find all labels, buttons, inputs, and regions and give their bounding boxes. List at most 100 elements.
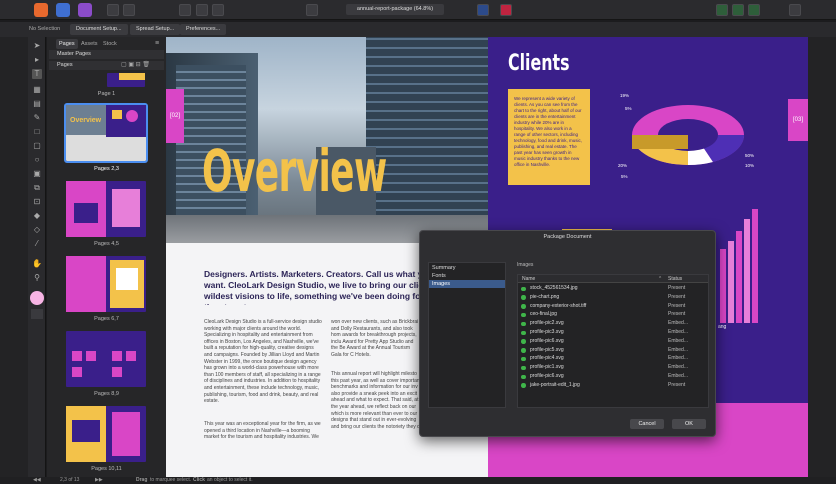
top-toolbar: annual-report-package (64.8%) [0, 0, 836, 20]
pen-tool-icon[interactable]: ✎ [32, 113, 42, 123]
table-row[interactable]: stock_452561534.jpg Present [518, 285, 708, 293]
donut-chart[interactable] [623, 87, 753, 187]
document-title[interactable]: annual-report-package (64.8%) [346, 4, 444, 15]
hint-drag: Drag [136, 477, 148, 483]
preflight-icon[interactable] [500, 4, 512, 16]
frame-text-tool-icon[interactable]: T [32, 69, 42, 79]
zoom-tool-icon[interactable]: ⚲ [32, 273, 42, 283]
page-thumbnail-label: Pages 2,3 [94, 166, 119, 172]
image-status: Present [668, 293, 686, 300]
rectangle-tool-icon[interactable]: □ [32, 127, 42, 137]
preferences-button[interactable]: Preferences... [180, 24, 227, 35]
page-tab-right: [03] [788, 99, 808, 141]
table-row[interactable]: profile-pic4.svg Embed... [518, 355, 708, 363]
table-row[interactable]: profile-pic1.svg Embed... [518, 364, 708, 372]
first-page-icon[interactable]: ◀◀ [33, 477, 41, 484]
table-row[interactable]: profile-pic3.svg Embed... [518, 329, 708, 337]
body-column-2b: This annual report will highlight milest… [331, 371, 420, 430]
sort-icon[interactable]: ⌃ [658, 276, 662, 282]
flip-icon[interactable] [602, 4, 614, 16]
page-thumbnail-selected[interactable]: Overview [64, 103, 148, 163]
add-icon[interactable] [268, 4, 280, 16]
page-thumbnail[interactable] [66, 331, 146, 387]
nav-fonts[interactable]: Fonts [429, 272, 505, 280]
stroke-swatch[interactable] [31, 309, 43, 319]
page-thumbnail[interactable] [66, 406, 146, 462]
order-icon[interactable] [584, 4, 596, 16]
bar [752, 209, 758, 323]
persona-icon[interactable] [107, 4, 119, 16]
tab-assets[interactable]: Assets [78, 39, 101, 49]
boolean-icon[interactable] [638, 4, 650, 16]
transparency-tool-icon[interactable]: ◇ [32, 225, 42, 235]
ok-button[interactable]: OK [672, 419, 706, 429]
pages-section[interactable]: Pages ▢ ▣ ⊟ 🗑 [49, 61, 164, 70]
next-page-icon[interactable]: ▶▶ [95, 477, 103, 484]
donut-side [632, 135, 688, 149]
chat-icon[interactable] [716, 4, 728, 16]
node-tool-icon[interactable]: ▸ [32, 55, 42, 65]
grid-icon[interactable] [212, 4, 224, 16]
document-setup-button[interactable]: Document Setup... [70, 24, 128, 35]
fill-color-swatch[interactable] [30, 291, 44, 305]
lock-icon[interactable] [676, 4, 688, 16]
snapping-icon[interactable] [767, 4, 779, 16]
ellipse-tool-icon[interactable]: ○ [32, 155, 42, 165]
hand-tool-icon[interactable]: ✋ [32, 259, 42, 269]
page-thumbnail-label: Pages 10,11 [91, 466, 122, 472]
picture-frame-tool-icon[interactable]: ▦ [32, 85, 42, 95]
column-status[interactable]: Status [668, 276, 682, 282]
column-name[interactable]: Name [522, 276, 535, 282]
tab-stock[interactable]: Stock [100, 39, 120, 49]
account-icon[interactable] [789, 4, 801, 16]
rotate-icon[interactable] [620, 4, 632, 16]
page-indicator[interactable]: 2,3 of 13 [60, 477, 79, 484]
preview-icon[interactable] [196, 4, 208, 16]
crop-tool-icon[interactable]: ⊡ [32, 197, 42, 207]
page-thumbnail[interactable] [66, 181, 146, 237]
group-icon[interactable] [694, 4, 706, 16]
eyedropper-tool-icon[interactable]: ⁄ [32, 239, 42, 249]
master-pages-section[interactable]: Master Pages [49, 50, 164, 59]
tab-pages[interactable]: Pages [56, 39, 78, 49]
comment-icon[interactable] [748, 4, 760, 16]
table-row[interactable]: profile-pic5.svg Embed... [518, 347, 708, 355]
links-icon[interactable] [477, 4, 489, 16]
designer-app-icon[interactable] [34, 3, 48, 17]
spread-setup-button[interactable]: Spread Setup... [130, 24, 181, 35]
view-mode-icon[interactable] [179, 4, 191, 16]
table-row[interactable]: ceo-final.jpg Present [518, 311, 708, 319]
page-thumbnail-label: Pages 4,5 [94, 241, 119, 247]
fill-tool-icon[interactable]: ◆ [32, 211, 42, 221]
image-name: ceo-final.jpg [530, 311, 557, 318]
page-thumbnail[interactable] [107, 73, 145, 87]
snap-icon[interactable] [254, 4, 266, 16]
move-tool-icon[interactable]: ➤ [32, 41, 42, 51]
distribute-icon[interactable] [566, 4, 578, 16]
table-tool-icon[interactable]: ▤ [32, 99, 42, 109]
publisher-app-icon[interactable] [78, 3, 92, 17]
align-icon[interactable] [548, 4, 560, 16]
image-tool-icon[interactable]: ▣ [32, 169, 42, 179]
photo-app-icon[interactable] [56, 3, 70, 17]
chart-label: 19% [620, 93, 630, 98]
nav-summary[interactable]: Summary [429, 264, 505, 272]
panel-menu-icon[interactable]: ≡ [155, 40, 159, 47]
nav-images[interactable]: Images [429, 280, 505, 288]
table-row[interactable]: jake-portrait-edit_1.jpg Present [518, 382, 708, 390]
rounded-rect-tool-icon[interactable]: ▢ [32, 141, 42, 151]
transform-tool-icon[interactable]: ⧉ [32, 183, 42, 193]
page-thumbnail[interactable] [66, 256, 146, 312]
add-page-icon[interactable]: ▢ ▣ ⊟ 🗑 [121, 61, 150, 68]
table-row[interactable]: profile-pic6.svg Embed... [518, 338, 708, 346]
wrap-icon[interactable] [658, 4, 670, 16]
table-row[interactable]: profile-pic2.svg Embed... [518, 320, 708, 328]
eye-icon[interactable] [306, 4, 318, 16]
share-icon[interactable] [732, 4, 744, 16]
cancel-button[interactable]: Cancel [630, 419, 664, 429]
table-row[interactable]: company-exterior-shot.tiff Present [518, 303, 708, 311]
table-row[interactable]: pie-chart.png Present [518, 294, 708, 302]
page-tab-left: [02] [166, 89, 184, 143]
settings-icon[interactable] [123, 4, 135, 16]
table-row[interactable]: profile-pic6.svg Embed... [518, 373, 708, 381]
